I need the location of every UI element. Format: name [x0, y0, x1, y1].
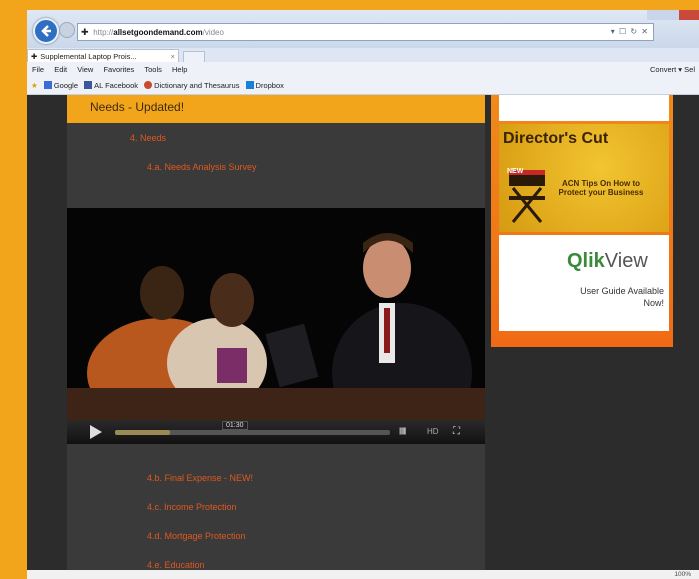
forward-button[interactable] — [59, 22, 75, 38]
tab-title: Supplemental Laptop Prois... — [40, 52, 137, 61]
link-income-protection[interactable]: 4.c. Income Protection — [147, 502, 237, 512]
hd-toggle[interactable]: HD — [427, 427, 439, 436]
play-icon[interactable] — [90, 425, 102, 439]
address-bar[interactable]: ✚ http://allsetgoondemand.com/video ▾ ☐ … — [77, 23, 654, 41]
qlikview-text: User Guide Available Now! — [580, 286, 664, 308]
progress-bar[interactable]: 01:30 — [115, 421, 390, 435]
favorites-star-icon: ★ — [31, 81, 38, 90]
video-controls: 01:30 |||||||| HD ⛶ — [67, 420, 485, 444]
dictionary-icon — [144, 81, 153, 89]
link-final-expense[interactable]: 4.b. Final Expense - NEW! — [147, 473, 253, 483]
section-title: Needs - Updated! — [90, 100, 185, 114]
video-player[interactable]: 01:30 |||||||| HD ⛶ — [67, 208, 485, 444]
link-needs-analysis[interactable]: 4.a. Needs Analysis Survey — [147, 162, 257, 172]
new-badge: NEW — [507, 168, 524, 175]
fullscreen-icon[interactable]: ⛶ — [453, 426, 460, 437]
directors-cut-title: Director's Cut — [503, 130, 609, 147]
menu-edit[interactable]: Edit — [54, 62, 67, 78]
zoom-level[interactable]: 100% — [674, 570, 691, 579]
fav-dropbox[interactable]: Dropbox — [245, 78, 284, 94]
volume-icon[interactable]: |||||||| — [399, 428, 406, 435]
url-path: /video — [202, 28, 224, 37]
fav-google[interactable]: Google — [43, 78, 78, 94]
facebook-icon — [84, 81, 93, 89]
menu-view[interactable]: View — [77, 62, 93, 78]
video-frame — [67, 208, 485, 444]
ad-panel: Director's Cut NEW ACN Tips On How to Pr… — [491, 95, 673, 347]
link-needs[interactable]: 4. Needs — [130, 133, 166, 143]
back-arrow-icon — [41, 25, 51, 37]
time-tooltip: 01:30 — [222, 421, 248, 430]
tab-favicon-icon: ✚ — [31, 52, 38, 61]
url-prefix: http:// — [93, 28, 114, 37]
close-window-button[interactable] — [679, 10, 699, 20]
link-education[interactable]: 4.e. Education — [147, 560, 205, 570]
tab-bar: ✚ Supplemental Laptop Prois... × — [27, 48, 699, 63]
browser-toolbar: ✚ http://allsetgoondemand.com/video ▾ ☐ … — [27, 10, 699, 48]
convert-button[interactable]: Convert ▾ Sel — [650, 62, 695, 78]
menu-bar: File Edit View Favorites Tools Help Conv… — [27, 62, 699, 78]
google-icon — [43, 81, 52, 89]
browser-window: ✚ http://allsetgoondemand.com/video ▾ ☐ … — [27, 10, 699, 579]
page-content: Needs - Updated! 4. Needs 4.a. Needs Ana… — [27, 95, 699, 570]
window-controls[interactable] — [647, 10, 699, 20]
directors-cut-ad[interactable]: Director's Cut NEW ACN Tips On How to Pr… — [499, 124, 669, 232]
sidebar: Director's Cut NEW ACN Tips On How to Pr… — [489, 95, 699, 570]
main-column: Needs - Updated! 4. Needs 4.a. Needs Ana… — [27, 95, 487, 570]
tab-supplemental[interactable]: ✚ Supplemental Laptop Prois... × — [27, 49, 179, 63]
qlikview-logo: QlikView — [567, 250, 648, 272]
menu-favorites[interactable]: Favorites — [103, 62, 134, 78]
url-host: allsetgoondemand.com — [113, 28, 203, 37]
directors-cut-text: ACN Tips On How to Protect your Business — [558, 179, 644, 197]
progress-buffer — [115, 430, 170, 435]
dropbox-icon — [245, 81, 254, 89]
menu-help[interactable]: Help — [172, 62, 187, 78]
section-header[interactable]: Needs - Updated! — [67, 95, 485, 123]
fav-dictionary[interactable]: Dictionary and Thesaurus — [144, 78, 239, 94]
back-button[interactable] — [33, 18, 59, 44]
status-bar: 100% — [27, 570, 699, 579]
address-tools[interactable]: ▾ ☐ ↻ ✕ — [611, 24, 649, 40]
menu-tools[interactable]: Tools — [144, 62, 162, 78]
link-mortgage-protection[interactable]: 4.d. Mortgage Protection — [147, 531, 246, 541]
menu-file[interactable]: File — [32, 62, 44, 78]
qlikview-ad[interactable]: QlikView User Guide Available Now! — [499, 235, 669, 331]
fav-facebook[interactable]: AL Facebook — [84, 78, 138, 94]
top-ad[interactable] — [499, 95, 669, 121]
favorites-bar: ★ Google AL Facebook Dictionary and Thes… — [27, 78, 699, 95]
site-favicon-icon: ✚ — [81, 27, 89, 37]
